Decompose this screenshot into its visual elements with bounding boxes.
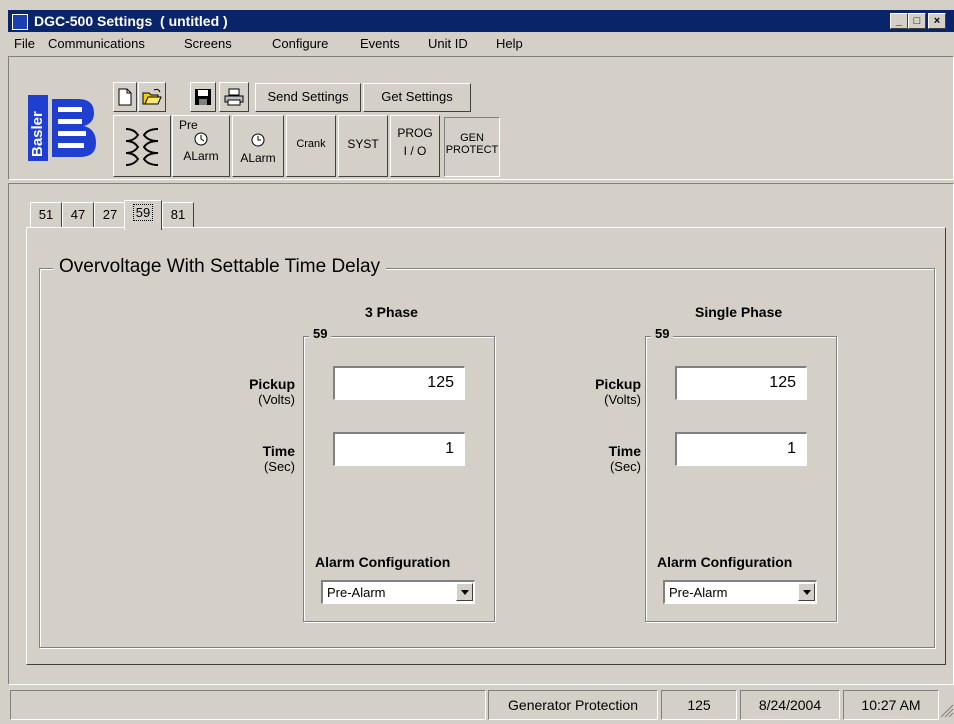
clock-icon [250, 133, 266, 151]
tab-47-label: 47 [70, 207, 86, 222]
prog-label: PROG [397, 126, 433, 140]
tab-51-label: 51 [38, 207, 54, 222]
tab-51[interactable]: 51 [30, 202, 62, 228]
chevron-down-icon[interactable] [456, 583, 473, 601]
three-phase-time-input[interactable]: 1 [333, 432, 465, 466]
menu-events[interactable]: Events [360, 36, 400, 51]
new-file-button[interactable] [113, 82, 137, 112]
status-panel-empty [10, 690, 486, 720]
contacts-icon [122, 128, 162, 172]
pre-alarm-top-label: Pre [179, 118, 198, 132]
single-phase-alarm-select[interactable]: Pre-Alarm [663, 580, 817, 604]
protect-label: PROTECT [445, 144, 499, 156]
single-phase-time-input[interactable]: 1 [675, 432, 807, 466]
save-disk-icon [194, 89, 212, 109]
io-label: I / O [403, 144, 427, 158]
gen-label: GEN [460, 132, 484, 144]
tab-page-59: Overvoltage With Settable Time Delay 3 P… [26, 227, 946, 665]
single-phase-heading: Single Phase [695, 304, 783, 320]
three-phase-time-unit: (Sec) [263, 459, 295, 474]
status-time: 10:27 AM [843, 690, 939, 720]
menu-help[interactable]: Help [496, 36, 523, 51]
single-phase-pickup-unit: (Volts) [604, 392, 641, 407]
open-folder-icon [142, 88, 162, 109]
close-button[interactable]: × [928, 13, 946, 29]
status-bar: Generator Protection 125 8/24/2004 10:27… [8, 690, 954, 724]
tab-27[interactable]: 27 [94, 202, 126, 228]
three-phase-pickup-label: Pickup [249, 376, 295, 392]
single-phase-alarm-value: Pre-Alarm [669, 585, 728, 600]
print-button[interactable] [219, 82, 249, 112]
app-icon[interactable] [12, 14, 28, 30]
screen-button-alarm[interactable]: ALarm [232, 115, 284, 177]
tab-81[interactable]: 81 [162, 202, 194, 228]
minimize-button[interactable]: _ [890, 13, 908, 29]
get-settings-button[interactable]: Get Settings [363, 83, 471, 112]
status-date: 8/24/2004 [740, 690, 840, 720]
title-bar[interactable]: DGC-500 Settings ( untitled ) _ □ × [8, 10, 954, 32]
tab-47[interactable]: 47 [62, 202, 94, 228]
three-phase-heading: 3 Phase [365, 304, 418, 320]
menu-file[interactable]: File [14, 36, 35, 51]
open-button[interactable] [138, 82, 166, 112]
logo-text: Basler [29, 111, 46, 157]
single-phase-time-unit: (Sec) [609, 459, 641, 474]
menu-communications[interactable]: Communications [48, 36, 145, 51]
stopwatch-icon [194, 132, 208, 149]
send-settings-button[interactable]: Send Settings [255, 83, 361, 112]
three-phase-alarm-label: Alarm Configuration [315, 554, 451, 570]
screen-button-syst[interactable]: SYST [338, 115, 388, 177]
three-phase-pickup-input[interactable]: 125 [333, 366, 465, 400]
status-screen: Generator Protection [488, 690, 658, 720]
chevron-down-icon[interactable] [798, 583, 815, 601]
single-phase-pickup-label: Pickup [595, 376, 641, 392]
menu-screens[interactable]: Screens [184, 36, 232, 51]
screen-button-contacts[interactable] [113, 115, 171, 177]
save-button[interactable] [190, 82, 216, 112]
screen-button-gen-protect[interactable]: GEN PROTECT [444, 117, 500, 177]
menu-unit-id[interactable]: Unit ID [428, 36, 468, 51]
three-phase-pickup-unit: (Volts) [258, 392, 295, 407]
resize-grip-icon[interactable] [940, 704, 954, 721]
tab-81-label: 81 [170, 207, 186, 222]
tab-59-label: 59 [132, 204, 154, 221]
status-value: 125 [661, 690, 737, 720]
tab-27-label: 27 [102, 207, 118, 222]
three-phase-alarm-value: Pre-Alarm [327, 585, 386, 600]
pre-alarm-bottom-label: ALarm [183, 149, 219, 163]
screen-button-prog-io[interactable]: PROG I / O [390, 115, 440, 177]
tab-59[interactable]: 59 [124, 200, 162, 230]
basler-logo: Basler [28, 95, 100, 161]
maximize-button[interactable]: □ [908, 13, 926, 29]
group-title: Overvoltage With Settable Time Delay [53, 256, 387, 278]
single-phase-pickup-input[interactable]: 125 [675, 366, 807, 400]
three-phase-alarm-select[interactable]: Pre-Alarm [321, 580, 475, 604]
alarm-label: ALarm [240, 151, 276, 165]
application-window: DGC-500 Settings ( untitled ) _ □ × File… [0, 0, 954, 724]
print-icon [224, 88, 244, 109]
single-phase-alarm-label: Alarm Configuration [657, 554, 793, 570]
screen-button-pre-alarm[interactable]: Pre ALarm [172, 115, 230, 177]
menu-bar: File Communications Screens Configure Ev… [8, 33, 954, 55]
three-phase-time-label: Time [262, 443, 295, 459]
single-phase-time-label: Time [608, 443, 641, 459]
single-phase-box-title: 59 [651, 326, 674, 341]
three-phase-box-title: 59 [309, 326, 332, 341]
window-title: DGC-500 Settings ( untitled ) [34, 13, 228, 29]
screen-button-crank[interactable]: Crank [286, 115, 336, 177]
menu-configure[interactable]: Configure [272, 36, 328, 51]
new-file-icon [117, 88, 133, 109]
